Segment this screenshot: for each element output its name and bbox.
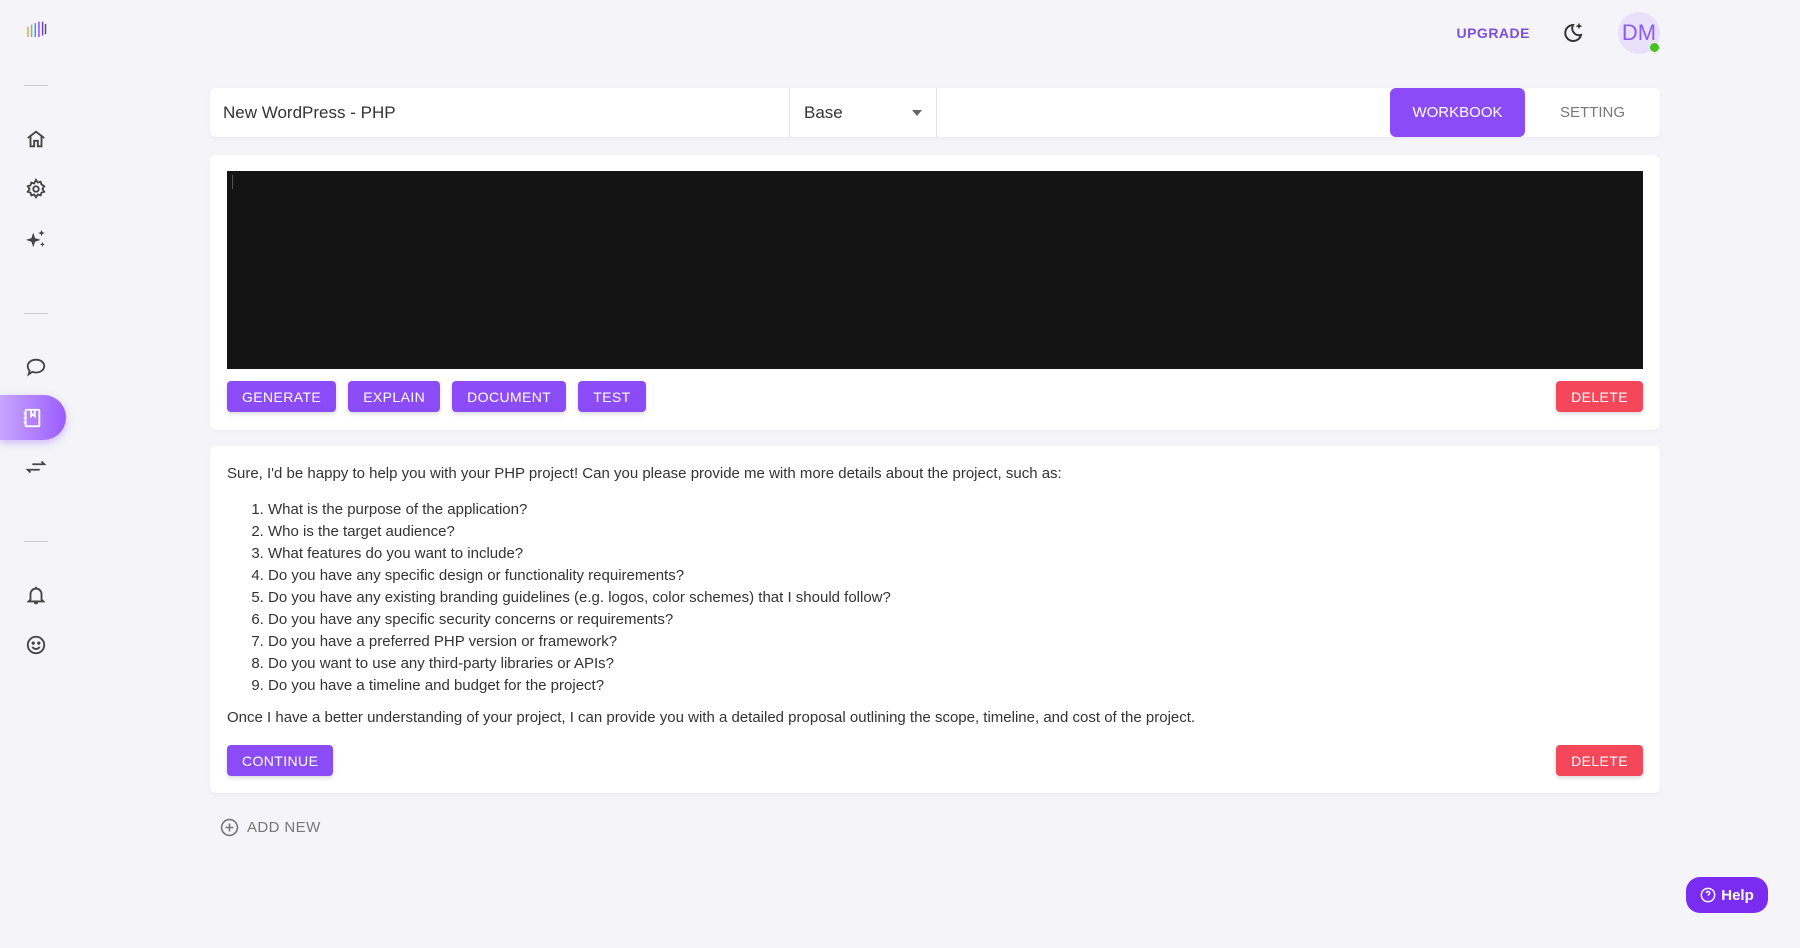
title-input[interactable]: New WordPress - PHP: [210, 88, 790, 137]
list-item: Do you have a timeline and budget for th…: [268, 675, 1643, 697]
sidebar-item-settings[interactable]: [0, 169, 72, 209]
model-value: Base: [804, 102, 843, 122]
chat-icon: [26, 358, 46, 377]
bell-icon: [26, 586, 46, 605]
add-new-label: ADD NEW: [247, 819, 321, 836]
continue-button[interactable]: CONTINUE: [227, 745, 334, 776]
code-actions: GENERATE EXPLAIN DOCUMENT TEST: [227, 381, 646, 412]
smiley-icon: [26, 635, 46, 655]
online-status-dot: [1650, 43, 1659, 52]
code-editor[interactable]: [227, 171, 1643, 369]
delete-response-button[interactable]: DELETE: [1556, 745, 1643, 776]
caret-down-icon: [912, 109, 922, 116]
list-item: Who is the target audience?: [268, 521, 1643, 543]
avatar[interactable]: DM: [1618, 12, 1660, 54]
response-list: What is the purpose of the application? …: [227, 499, 1643, 697]
add-new-button[interactable]: ADD NEW: [220, 818, 321, 837]
upgrade-link[interactable]: UPGRADE: [1456, 25, 1530, 41]
avatar-initials: DM: [1621, 20, 1657, 45]
sidebar: [0, 0, 72, 948]
delete-code-button[interactable]: DELETE: [1556, 381, 1643, 412]
sidebar-item-swap[interactable]: [0, 447, 72, 487]
tab-workbook[interactable]: WORKBOOK: [1390, 88, 1525, 137]
model-select[interactable]: Base: [790, 88, 937, 137]
notebook-icon: [23, 408, 41, 427]
list-item: What features do you want to include?: [268, 543, 1643, 565]
divider: [24, 541, 48, 542]
sparkles-icon: [25, 229, 45, 248]
list-item: Do you have any specific security concer…: [268, 609, 1643, 631]
sidebar-item-workbook[interactable]: [0, 395, 66, 440]
sidebar-item-ai[interactable]: [0, 219, 72, 259]
response-outro: Once I have a better understanding of yo…: [227, 709, 1196, 726]
help-button[interactable]: Help: [1686, 877, 1768, 913]
list-item: Do you have any existing branding guidel…: [268, 587, 1643, 609]
generate-button[interactable]: GENERATE: [227, 381, 337, 412]
sidebar-item-home[interactable]: [0, 119, 72, 159]
moon-stars-icon[interactable]: [1562, 21, 1586, 45]
home-icon: [27, 130, 45, 148]
swap-arrows-icon: [25, 460, 47, 474]
document-button[interactable]: DOCUMENT: [452, 381, 567, 412]
sidebar-item-chat[interactable]: [0, 347, 72, 387]
response-card: Sure, I'd be happy to help you with your…: [210, 446, 1660, 793]
help-label: Help: [1721, 886, 1754, 904]
list-item: Do you have a preferred PHP version or f…: [268, 631, 1643, 653]
divider: [24, 85, 48, 86]
header-actions: UPGRADE DM: [1456, 12, 1660, 54]
list-item: Do you have any specific design or funct…: [268, 565, 1643, 587]
divider: [24, 313, 48, 314]
workbook-toolbar: New WordPress - PHP Base WORKBOOK SETTIN…: [210, 88, 1660, 137]
explain-button[interactable]: EXPLAIN: [348, 381, 441, 412]
sidebar-item-profile[interactable]: [0, 625, 72, 665]
logo-icon[interactable]: [0, 9, 72, 49]
gear-icon: [26, 178, 46, 199]
question-circle-icon: [1700, 887, 1716, 903]
response-intro: Sure, I'd be happy to help you with your…: [227, 465, 1062, 482]
text-cursor: [232, 175, 233, 189]
title-value: New WordPress - PHP: [223, 102, 396, 122]
plus-circle-icon: [220, 818, 239, 837]
list-item: Do you want to use any third-party libra…: [268, 653, 1643, 675]
code-card: GENERATE EXPLAIN DOCUMENT TEST DELETE: [210, 155, 1660, 430]
test-button[interactable]: TEST: [578, 381, 646, 412]
tab-setting[interactable]: SETTING: [1525, 88, 1660, 137]
list-item: What is the purpose of the application?: [268, 499, 1643, 521]
sidebar-item-notifications[interactable]: [0, 575, 72, 615]
